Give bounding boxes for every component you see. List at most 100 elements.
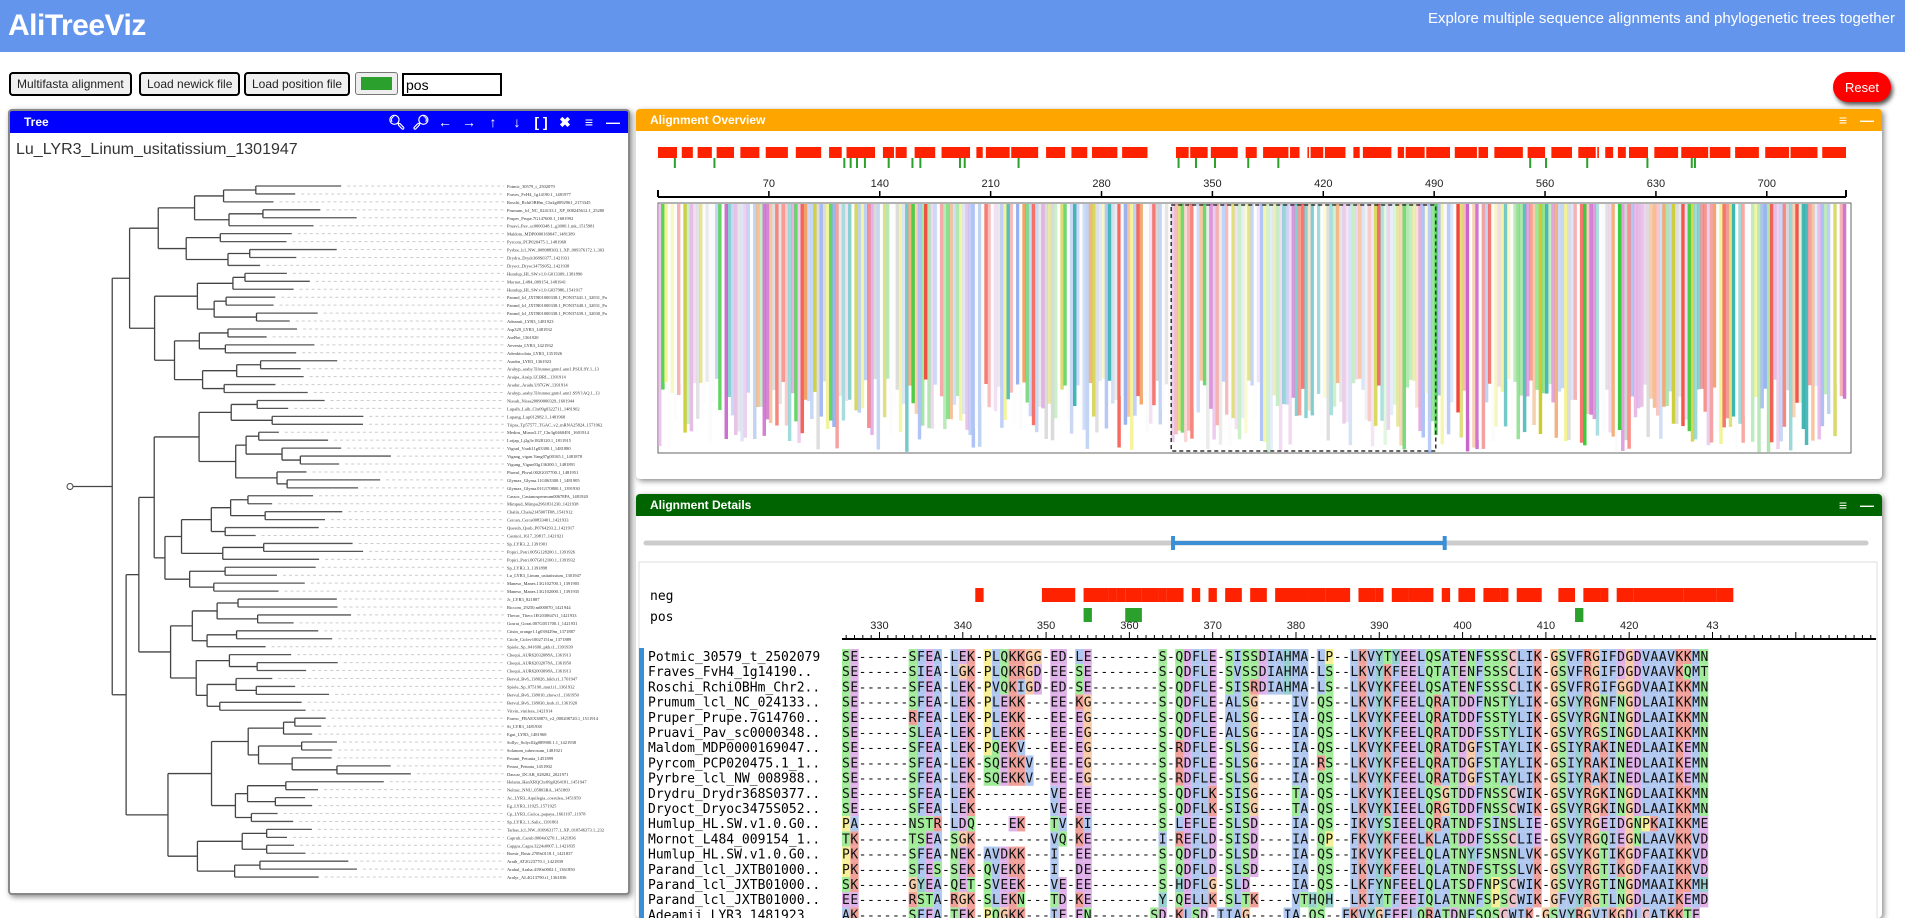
tree-leaf-label[interactable]: Chequi_AUR62032088A_1361913 bbox=[507, 653, 572, 658]
msa-row[interactable]: Dryoct_Dryoc3475S052.. SE------SFEA-LEK--… bbox=[648, 801, 1708, 817]
arrow-right-icon[interactable]: → bbox=[460, 111, 478, 133]
arrow-down-icon[interactable]: ↓ bbox=[508, 111, 526, 133]
tree-leaf-label[interactable]: Pruavi_Pav_sc0000348.1_g3000.1.mk_151598… bbox=[507, 224, 595, 229]
tree-leaf-label[interactable]: Maldom_MDP0000169047_1481389 bbox=[507, 232, 576, 237]
tree-leaf-label[interactable]: Maneso_Manes.13G102000.1_1391935 bbox=[507, 589, 580, 594]
tree-leaf-label[interactable]: Pruper_Prupe.7G147600.1_1681992 bbox=[507, 216, 573, 221]
tree-leaf-label[interactable]: Vigang_vigan.Vang07g00165.1_1481878 bbox=[507, 454, 583, 459]
tree-leaf-label[interactable]: Sollyc_Solyc02g089900.1.1_1421938 bbox=[507, 740, 577, 745]
menu-icon[interactable]: ≡ bbox=[1834, 109, 1852, 131]
msa-row-name[interactable]: Drydru_Drydr368S0377.. bbox=[648, 787, 820, 802]
tree-leaf-label[interactable]: Betvul_Bv6_138030_hsrk.t1_1361920 bbox=[507, 700, 578, 705]
tree-leaf-label[interactable]: Tarhas_lcl_NW_010963177.1_XP_010546373.1… bbox=[507, 827, 604, 832]
tree-leaf-label[interactable]: Aralyr_AL4G13790.t1_1361836 bbox=[507, 875, 567, 880]
minimize-icon[interactable]: — bbox=[604, 111, 622, 133]
msa-row[interactable]: Prumum_lcl_NC_024133.. SE------SFEA-LEK-P… bbox=[648, 694, 1708, 711]
tree-leaf-label[interactable]: Egut_LYR3_1481968 bbox=[507, 732, 547, 737]
tree-leaf-label[interactable]: Sp_LYR3_3_1391898 bbox=[507, 565, 548, 570]
tree-leaf-label[interactable]: Maneso_Manes.13G102700.1_1391905 bbox=[507, 581, 580, 586]
tree-leaf-label[interactable]: Roschi_RchiOBHm_Chr2g0092961_2173345 bbox=[507, 200, 591, 205]
msa-row[interactable]: Fraves_FvH4_1g14190.. SE------SIEA-LGK-PL… bbox=[648, 664, 1708, 680]
range-slider-handle-left[interactable] bbox=[1171, 536, 1176, 550]
tree-leaf-label[interactable]: Fraexc_FRAEX38873_v2_000208720.1_1511914 bbox=[507, 716, 599, 721]
tree-leaf-label[interactable]: Quesub_Qsub_P0764293.2_1421917 bbox=[507, 526, 575, 531]
minimize-icon[interactable]: — bbox=[1858, 494, 1876, 516]
minimize-icon[interactable]: — bbox=[1858, 109, 1876, 131]
tree-leaf-label[interactable]: AseBoi_1361920 bbox=[507, 335, 539, 340]
range-slider-handle-right[interactable] bbox=[1442, 536, 1447, 550]
tree-leaf-label[interactable]: Parand_lcl_JXTB01000338.1_PON37439.1_320… bbox=[507, 311, 607, 316]
msa-row[interactable]: Potmic_30579_t_2502079 SE------SFEA-LEK-P… bbox=[648, 649, 1708, 665]
tree-leaf-label[interactable]: Glymax_Glyma.11G063300.1_1481905 bbox=[507, 478, 580, 483]
tree-leaf-label[interactable]: Medtru_Mtrun3.17_Chr3g0460491_1601914 bbox=[507, 430, 590, 435]
tree-leaf-label[interactable]: Helann_HanXRQChr09g0264181_1451947 bbox=[507, 780, 587, 785]
tree-leaf-label[interactable]: Cercan_Cerca00833401_1421933 bbox=[507, 518, 569, 523]
brackets-icon[interactable]: [ ] bbox=[532, 111, 550, 133]
tree-leaf-label[interactable]: Prumum_lcl_NC_024133.1_XP_008245612.1_25… bbox=[507, 208, 605, 213]
msa-row-name[interactable]: Roschi_RchiOBHm_Chr2.. bbox=[648, 680, 820, 695]
tree-leaf-label[interactable]: Glymax_Glyma.01G170800.1_1391930 bbox=[507, 486, 580, 491]
tree-leaf-label[interactable]: Parand_lcl_JXTB01000338.1_PON37441.1_320… bbox=[507, 295, 607, 300]
tree-leaf-label[interactable]: Asudrn_LYR3_1361923 bbox=[507, 359, 552, 364]
msa-row-name[interactable]: Humlup_HL.SW.v1.0.G0.. bbox=[648, 848, 820, 863]
tree-leaf-label[interactable]: Popiri_Potri.005G128200.1_1391926 bbox=[507, 549, 576, 554]
msa-row-name[interactable]: Parand_lcl_JXTB01000.. bbox=[648, 893, 820, 908]
msa-row[interactable]: Maldom_MDP0000169047.. SE------SFEA-LEK-P… bbox=[648, 740, 1708, 756]
tree-leaf-label[interactable]: Capgra_Cagra.3224s0007.1_1421835 bbox=[507, 843, 576, 848]
tree-leaf-label[interactable]: Petaxi_Petunia_1451902 bbox=[507, 764, 552, 769]
tree-leaf-label[interactable]: Pyrbre_lcl_NW_008988303.1_XP_009376172.1… bbox=[507, 248, 605, 253]
msa-row[interactable]: Pyrbre_lcl_NW_008988.. SE------SFEA-LEK-S… bbox=[648, 770, 1708, 787]
tree-leaf-label[interactable]: Pyrcom_PCP020475.1_1481968 bbox=[507, 240, 567, 245]
tree-leaf-label[interactable]: Arahyp_araby.Tifrunner.gnm1.ann1.S9Y1AQ.… bbox=[507, 391, 600, 396]
msa-row-name[interactable]: Humlup_HL.SW.v1.0.G0.. bbox=[648, 817, 820, 832]
msa-row[interactable]: Parand_lcl_JXTB01000.. EE------RSTA-RGK-S… bbox=[648, 892, 1708, 908]
arrow-left-icon[interactable]: ← bbox=[436, 111, 454, 133]
alignment-details-canvas[interactable]: neg pos 330 340 350 360 370 380 390 400 410 420 43 Po… bbox=[636, 516, 1882, 918]
tree-leaf-label[interactable]: Casmol_1617_39817_1421921 bbox=[507, 534, 564, 539]
tree-leaf-label[interactable]: Lotjap_Lj2g3v1828120.1_1811915 bbox=[507, 438, 572, 443]
msa-row[interactable]: Parand_lcl_JXTB01000.. SK------GYEA-QET-S… bbox=[648, 877, 1708, 893]
load-newick-button[interactable]: Load newick file bbox=[139, 72, 241, 96]
msa-row-name[interactable]: Potmic_30579_t_2502079 bbox=[648, 650, 820, 665]
tree-leaf-label[interactable]: Mimpud_Mimpu2961831230_1421938 bbox=[507, 502, 579, 507]
msa-row-name[interactable]: Prumum_lcl_NC_024133.. bbox=[648, 696, 820, 711]
tree-leaf-label[interactable]: Asp329_LYR3_1481932 bbox=[507, 327, 552, 332]
tree-leaf-label[interactable]: Potmic_30579_t_2502079 bbox=[507, 184, 556, 189]
tree-leaf-label[interactable]: Betvul_Bv6_138010_zhow.t1_1361950 bbox=[507, 692, 580, 697]
tree-leaf-label[interactable]: Tripra_Tp57577_TGAC_v2_mRNA25824_1571962 bbox=[507, 422, 602, 427]
tree-leaf-label[interactable]: Citsin_orange1.1g039429m_1371887 bbox=[507, 629, 576, 634]
tree-leaf-label[interactable]: Si_LYR3_1481938 bbox=[507, 724, 543, 729]
overview-selection-window[interactable] bbox=[1170, 204, 1437, 452]
tree-leaf-label[interactable]: Parand_lcl_JXTB01000338.1_PON37440.1_320… bbox=[507, 303, 607, 308]
track-label-input[interactable] bbox=[402, 73, 502, 96]
tree-leaf-label[interactable]: Citcle_Ciclev10027151m_1371889 bbox=[507, 637, 572, 642]
tree-leaf-label[interactable]: Sp_LYR3_2_1391901 bbox=[507, 541, 547, 546]
tree-leaf-label[interactable]: Boestr_Bostr.2789s0118.1_1421837 bbox=[507, 851, 573, 856]
arrow-up-icon[interactable]: ↑ bbox=[484, 111, 502, 133]
tree-leaf-label[interactable]: Vigrad_Vradi11g03300.1_1481880 bbox=[507, 446, 571, 451]
tree-leaf-label[interactable]: Araipa_Araip.1Z.BRL_1391914 bbox=[507, 375, 566, 380]
tree-leaf-label[interactable]: Ac_LYR3_Aquilegia_coerulea_1451959 bbox=[507, 796, 582, 801]
tree-root-node[interactable] bbox=[66, 482, 74, 490]
msa-row-name[interactable]: Maldom_MDP0000169047.. bbox=[648, 741, 820, 756]
tree-leaf-label[interactable]: Thecac_Thecc1EG030647t1_1421933 bbox=[507, 613, 577, 618]
tree-leaf-label[interactable]: Nelnuc_NNU_05803RA_1451869 bbox=[507, 788, 570, 793]
row-scroll-indicator[interactable] bbox=[639, 648, 644, 918]
tree-leaf-label[interactable]: Petaint_Petunia_1451899 bbox=[507, 756, 554, 761]
tree-leaf-label[interactable]: Solanum_tuberosum_1481921 bbox=[507, 748, 562, 753]
tree-leaf-label[interactable]: Riccom_29250.m000070_1421944 bbox=[507, 605, 571, 610]
tree-leaf-label[interactable]: Adenbicolata_LYR3_1351926 bbox=[507, 351, 563, 356]
tree-leaf-label[interactable]: Spiole_Sp_075190_mutf.t1_1361932 bbox=[507, 684, 575, 689]
tree-leaf-label[interactable]: Eg_LYR3_11925_1571925 bbox=[507, 804, 557, 809]
track-color-picker[interactable] bbox=[355, 72, 398, 95]
msa-row-name[interactable]: Fraves_FvH4_1g14190.. bbox=[648, 665, 812, 680]
msa-row-name[interactable]: Parand_lcl_JXTB01000.. bbox=[648, 863, 820, 878]
msa-row[interactable]: Pruper_Prupe.7G14760.. SE------RFEA-LEK-P… bbox=[648, 709, 1708, 726]
tree-leaf-label[interactable]: Chequi_AUR62003098A_1361913 bbox=[507, 669, 572, 674]
msa-row[interactable]: Drydru_Drydr368S0377.. SE------SFEA-LEK--… bbox=[648, 785, 1708, 802]
msa-row-name[interactable]: Pruper_Prupe.7G14760.. bbox=[648, 711, 820, 726]
tree-leaf-label[interactable]: Cassoc_Castanospermum00678FA_1481920 bbox=[507, 494, 589, 499]
collapse-icon[interactable]: ✖ bbox=[556, 111, 574, 133]
tree-leaf-label[interactable]: Lupalb_Lalb_Chr09g0322711_1481902 bbox=[507, 406, 580, 411]
phylogenetic-tree[interactable]: Potmic_30579_t_2502079 Fraves_FvH4_1g1419… bbox=[10, 161, 628, 895]
